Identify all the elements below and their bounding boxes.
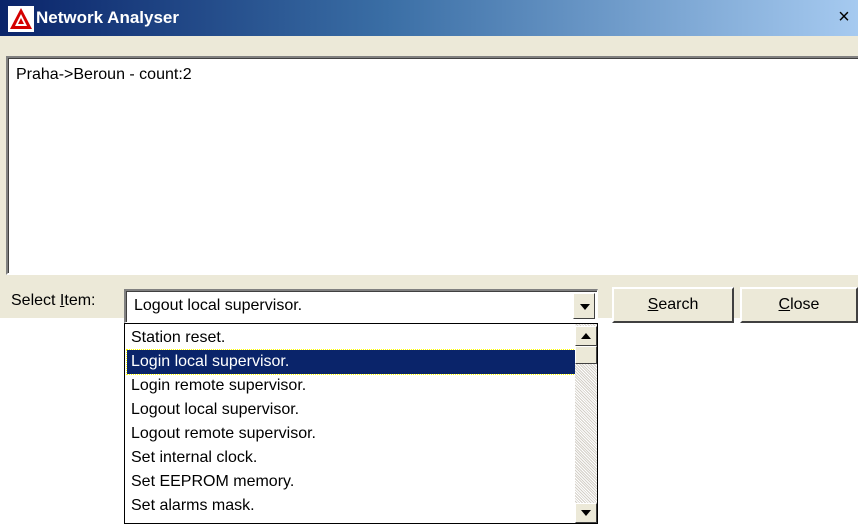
scroll-down-button[interactable] <box>575 503 597 523</box>
list-item[interactable]: Logout remote supervisor. <box>127 422 577 446</box>
combobox-value: Logout local supervisor. <box>134 297 303 314</box>
chevron-down-icon <box>581 510 591 516</box>
chevron-down-icon <box>580 304 590 310</box>
list-item[interactable]: Set alarms mask. <box>127 494 577 518</box>
list-item[interactable]: Set EEPROM memory. <box>127 470 577 494</box>
item-dropdown-list[interactable]: Station reset. Login local supervisor. L… <box>124 323 598 524</box>
list-item-selected[interactable]: Login local supervisor. <box>126 349 578 375</box>
dropdown-scrollbar[interactable] <box>575 324 597 523</box>
scroll-thumb[interactable] <box>575 346 597 364</box>
list-item[interactable]: Login remote supervisor. <box>127 374 577 398</box>
list-item[interactable]: Set internal clock. <box>127 446 577 470</box>
network-analyser-window: Network Analyser × Praha->Beroun - count… <box>0 0 858 323</box>
title-bar[interactable]: Network Analyser × <box>0 0 858 36</box>
output-line: Praha->Beroun - count:2 <box>16 66 192 83</box>
combobox-dropdown-button[interactable] <box>573 293 595 319</box>
select-item-label: Select Item: <box>11 292 96 309</box>
window-title: Network Analyser <box>36 8 179 27</box>
close-button[interactable]: Close <box>740 287 858 323</box>
list-item[interactable]: Station reset. <box>127 326 577 350</box>
chevron-up-icon <box>581 333 591 339</box>
output-text-area[interactable]: Praha->Beroun - count:2 <box>6 56 858 275</box>
scroll-up-button[interactable] <box>575 326 597 346</box>
warning-triangle-icon <box>8 6 34 32</box>
list-item[interactable]: Logout local supervisor. <box>127 398 577 422</box>
search-button[interactable]: Search <box>612 287 734 323</box>
item-combobox[interactable]: Logout local supervisor. <box>124 289 598 323</box>
close-icon[interactable]: × <box>834 4 854 30</box>
